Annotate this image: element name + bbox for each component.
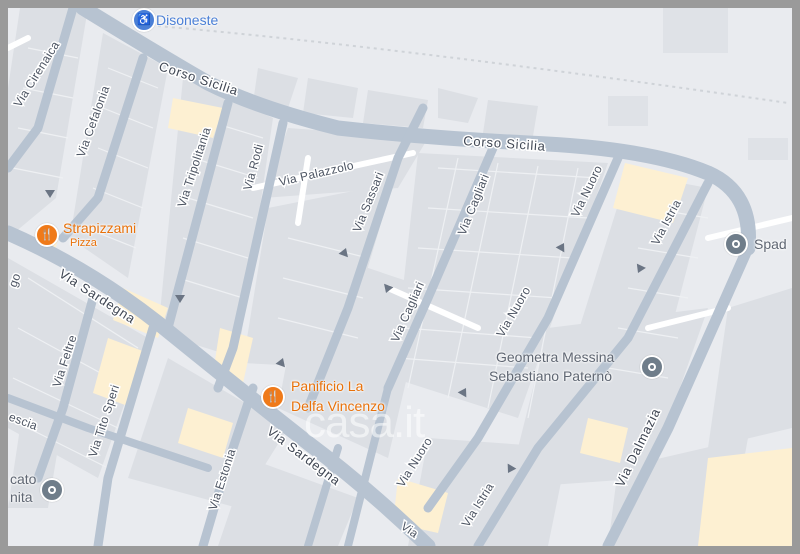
poi-label-mercato-line2[interactable]: nita: [10, 489, 33, 505]
spad-pin-icon[interactable]: [724, 232, 748, 256]
poi-category-pizza: Pizza: [70, 237, 97, 249]
geometra-pin-icon[interactable]: [640, 355, 664, 379]
map-frame: Corso Sicilia Corso Sicilia Via Cirenaic…: [0, 0, 800, 554]
mercato-pin-icon[interactable]: [40, 478, 64, 502]
poi-label-panificio-line1[interactable]: Panificio La: [291, 378, 363, 394]
bakery-pin-icon[interactable]: 🍴: [261, 385, 285, 409]
poi-label-disoneste[interactable]: Disoneste: [156, 12, 218, 28]
poi-label-strapizzami[interactable]: Strapizzami: [63, 220, 136, 236]
poi-label-spad[interactable]: Spad: [754, 236, 787, 252]
poi-label-mercato-line1[interactable]: cato: [10, 471, 36, 487]
poi-label-geometra-line2[interactable]: Sebastiano Paternò: [489, 368, 612, 384]
poi-label-geometra-line1[interactable]: Geometra Messina: [496, 349, 614, 365]
map-canvas[interactable]: Corso Sicilia Corso Sicilia Via Cirenaic…: [8, 8, 792, 546]
map-svg: Corso Sicilia Corso Sicilia Via Cirenaic…: [8, 8, 792, 546]
restroom-icon: ♿: [137, 14, 151, 26]
restaurant-pin-icon[interactable]: 🍴: [35, 223, 59, 247]
poi-label-panificio-line2[interactable]: Delfa Vincenzo: [291, 398, 385, 414]
restroom-pin-icon[interactable]: ♿: [132, 8, 156, 32]
fork-knife-icon: 🍴: [40, 229, 54, 241]
fork-knife-icon: 🍴: [266, 391, 280, 403]
